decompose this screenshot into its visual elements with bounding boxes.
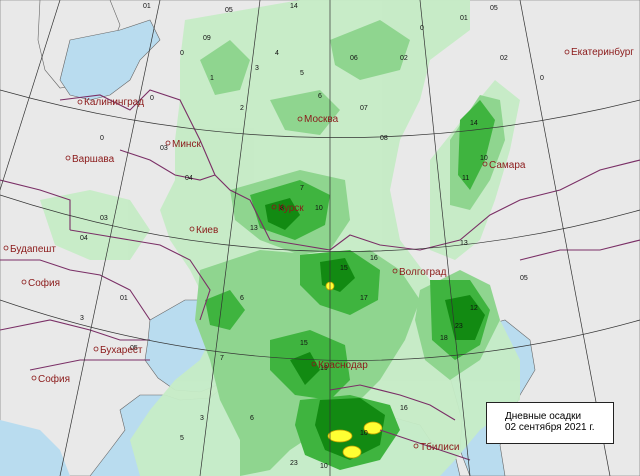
precip-value: 3: [255, 65, 259, 72]
city-minsk: Минск: [172, 139, 201, 150]
legend-title: Дневные осадки: [505, 411, 582, 422]
precip-value: 03: [160, 145, 168, 152]
city-warsaw: Варшава: [72, 154, 115, 165]
city-moscow: Москва: [304, 114, 339, 125]
precip-value: 13: [460, 240, 468, 247]
city-krasnodar: Краснодар: [318, 360, 368, 371]
precip-value: 0: [420, 25, 424, 32]
precip-value: 3: [80, 315, 84, 322]
precip-value: 06: [350, 55, 358, 62]
precip-value: 3: [200, 415, 204, 422]
city-tbilisi: Тбилиси: [420, 441, 459, 453]
precip-value: 10: [480, 155, 488, 162]
precip-value: 02: [500, 55, 508, 62]
city-samara: Самара: [489, 160, 526, 171]
precip-value: 05: [225, 7, 233, 14]
precip-value: 01: [120, 295, 128, 302]
precip-value: 16: [370, 255, 378, 262]
precip-value: 04: [185, 175, 193, 182]
precip-value: 05: [520, 275, 528, 282]
precip-value: 14: [290, 3, 298, 10]
precip-value: 0: [100, 135, 104, 142]
city-kaliningrad: Калининград: [84, 97, 144, 108]
city-ekaterinburg: Екатеринбург: [571, 46, 634, 58]
precip-value: 0: [180, 50, 184, 57]
precip-value: 15: [340, 265, 348, 272]
city-kursk: Курск: [278, 203, 304, 214]
map-legend: Дневные осадки 02 сентября 2021 г.: [486, 402, 614, 444]
precip-value: 10: [315, 205, 323, 212]
precip-value: 18: [440, 335, 448, 342]
precip-value: 0: [540, 75, 544, 82]
precip-value: 04: [80, 235, 88, 242]
precip-value: 7: [300, 185, 304, 192]
precip-value: 16: [400, 405, 408, 412]
precip-value: 4: [275, 50, 279, 57]
precip-value: 01: [143, 3, 151, 10]
precip-value: 02: [400, 55, 408, 62]
precip-value: 12: [470, 305, 478, 312]
city-volgograd: Волгоград: [399, 267, 447, 278]
precip-value: 2: [240, 105, 244, 112]
precip-value: 08: [380, 135, 388, 142]
precip-value: 7: [220, 355, 224, 362]
precip-value: 10: [320, 463, 328, 470]
precip-value: 6: [250, 415, 254, 422]
precip-value: 14: [470, 120, 478, 127]
precip-value: 15: [300, 340, 308, 347]
precip-value: 05: [490, 5, 498, 12]
precip-value: 1: [210, 75, 214, 82]
city-sofia: София: [28, 277, 60, 289]
precip-value: 5: [180, 435, 184, 442]
precip-value: 01: [460, 15, 468, 22]
precip-value: 17: [360, 295, 368, 302]
precip-value: 11: [462, 175, 469, 182]
city-bucharest: Бухарест: [100, 345, 143, 356]
precip-value: 23: [455, 323, 463, 330]
precip-value: 10: [360, 430, 368, 437]
precip-value: 6: [240, 295, 244, 302]
precip-value: 23: [290, 460, 298, 467]
precip-value: 6: [318, 93, 322, 100]
precip-value: 13: [250, 225, 258, 232]
legend-date: 02 сентября 2021 г.: [505, 422, 595, 433]
precip-value: 07: [360, 105, 368, 112]
city-kiev: Киев: [196, 225, 218, 236]
precip-value: 0: [150, 95, 154, 102]
precip-value: 03: [100, 215, 108, 222]
city-budapest: Будапешт: [10, 244, 56, 255]
city-sofia-2: София: [38, 373, 70, 385]
precip-value: 5: [300, 70, 304, 77]
precip-value: 09: [203, 35, 211, 42]
